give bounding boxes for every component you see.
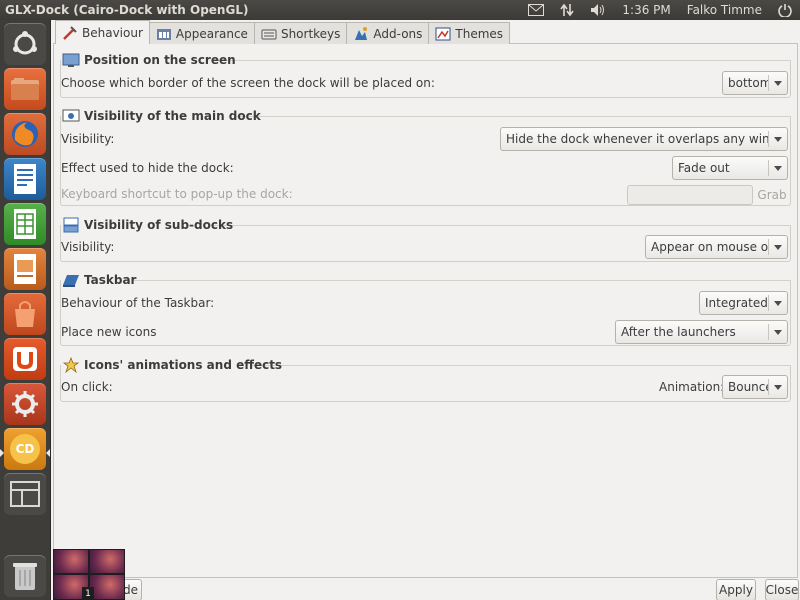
position-label: Choose which border of the screen the do… xyxy=(61,76,435,90)
network-icon[interactable] xyxy=(552,0,582,20)
shortcut-field[interactable] xyxy=(627,185,753,205)
workspace-number-badge: 1 xyxy=(82,587,94,600)
impress-icon[interactable] xyxy=(4,248,46,290)
position-combo[interactable]: bottom xyxy=(722,71,788,95)
workspace-1[interactable] xyxy=(53,549,89,574)
clock[interactable]: 1:36 PM xyxy=(614,0,678,20)
mail-icon[interactable] xyxy=(520,0,552,20)
shortkeys-icon xyxy=(261,26,277,42)
taskbar-icon xyxy=(62,272,80,288)
section-divider xyxy=(234,116,791,117)
tab-themes[interactable]: Themes xyxy=(428,22,511,44)
section-animations: Icons' animations and effects xyxy=(62,356,283,374)
system-settings-icon[interactable] xyxy=(4,383,46,425)
chevron-down-icon xyxy=(769,136,787,142)
tab-addons[interactable]: Add-ons xyxy=(346,22,430,44)
taskbar-behaviour-label: Behaviour of the Taskbar: xyxy=(61,296,215,310)
combo-value: Fade out xyxy=(678,161,730,175)
addons-icon xyxy=(353,26,369,42)
tab-label: Shortkeys xyxy=(280,26,341,41)
visibility-icon xyxy=(62,108,80,124)
appearance-icon xyxy=(156,26,172,42)
section-title: Visibility of the main dock xyxy=(84,109,261,123)
section-divider xyxy=(212,60,791,61)
workspace-4[interactable] xyxy=(89,574,125,600)
section-divider xyxy=(132,280,791,281)
place-icons-combo[interactable]: After the launchers xyxy=(615,320,788,344)
window-title: GLX-Dock (Cairo-Dock with OpenGL) xyxy=(5,3,249,17)
tab-label: Add-ons xyxy=(373,26,423,41)
visibility-label: Visibility: xyxy=(61,132,115,146)
launcher: CD xyxy=(0,20,51,600)
software-center-icon[interactable] xyxy=(4,293,46,335)
active-indicator xyxy=(46,449,50,457)
subdock-icon xyxy=(62,217,80,233)
dash-home-icon[interactable] xyxy=(4,23,46,65)
combo-value: After the launchers xyxy=(621,325,736,339)
tab-bar: Behaviour Appearance Shortkeys Add-ons T… xyxy=(55,20,511,44)
tab-behaviour[interactable]: Behaviour xyxy=(55,20,150,44)
combo-value: Bounce xyxy=(728,380,768,394)
chevron-down-icon xyxy=(769,384,787,390)
effect-combo[interactable]: Fade out xyxy=(672,156,788,180)
top-panel: GLX-Dock (Cairo-Dock with OpenGL) 1:36 P… xyxy=(0,0,800,20)
grab-button[interactable]: Grab xyxy=(756,184,788,206)
chevron-down-icon xyxy=(769,165,787,171)
taskbar-behaviour-combo[interactable]: Integrated xyxy=(699,291,788,315)
power-icon[interactable] xyxy=(770,0,800,20)
section-title: Position on the screen xyxy=(84,53,236,67)
subdock-visibility-label: Visibility: xyxy=(61,240,115,254)
cairo-dock-label: CD xyxy=(10,434,40,464)
writer-icon[interactable] xyxy=(4,158,46,200)
calc-icon[interactable] xyxy=(4,203,46,245)
combo-value: bottom xyxy=(728,76,768,90)
section-position: Position on the screen xyxy=(62,52,236,68)
workspace-2[interactable] xyxy=(89,549,125,574)
combo-value: Hide the dock whenever it overlaps any w… xyxy=(506,132,768,146)
trash-icon[interactable] xyxy=(4,555,46,597)
chevron-down-icon xyxy=(769,329,787,335)
workspace-switcher-icon[interactable] xyxy=(4,473,46,515)
apply-button[interactable]: Apply xyxy=(716,579,756,600)
mode-button-label: de xyxy=(123,583,138,597)
section-visibility-sub: Visibility of sub-docks xyxy=(62,217,233,233)
themes-icon xyxy=(435,26,451,42)
subdock-visibility-combo[interactable]: Appear on mouse over xyxy=(645,235,788,259)
section-title: Icons' animations and effects xyxy=(84,358,283,372)
animation-combo[interactable]: Bounce xyxy=(722,375,788,399)
close-button[interactable]: Close xyxy=(765,579,799,600)
files-icon[interactable] xyxy=(4,68,46,110)
combo-value: Appear on mouse over xyxy=(651,240,768,254)
animation-label: Animation: xyxy=(659,380,725,394)
shortcut-label: Keyboard shortcut to pop-up the dock: xyxy=(61,187,293,201)
cairo-dock-icon[interactable]: CD xyxy=(4,428,46,470)
volume-icon[interactable] xyxy=(582,0,614,20)
section-divider xyxy=(211,225,791,226)
screen-icon xyxy=(62,52,80,68)
chevron-down-icon xyxy=(769,300,787,306)
place-icons-label: Place new icons xyxy=(61,325,157,339)
section-visibility-main: Visibility of the main dock xyxy=(62,108,261,124)
effect-label: Effect used to hide the dock: xyxy=(61,161,234,175)
section-taskbar: Taskbar xyxy=(62,272,136,288)
section-divider xyxy=(251,365,791,366)
tab-label: Appearance xyxy=(175,26,248,41)
behaviour-icon xyxy=(62,25,78,41)
section-title: Visibility of sub-docks xyxy=(84,218,234,232)
onclick-label: On click: xyxy=(61,380,113,394)
chevron-down-icon xyxy=(769,80,787,86)
user-name[interactable]: Falko Timme xyxy=(679,0,770,20)
animation-icon xyxy=(62,356,80,374)
section-title: Taskbar xyxy=(84,273,137,287)
ubuntu-one-icon[interactable] xyxy=(4,338,46,380)
tab-shortkeys[interactable]: Shortkeys xyxy=(253,22,348,44)
tab-label: Themes xyxy=(455,26,504,41)
tab-label: Behaviour xyxy=(82,25,143,40)
visibility-combo[interactable]: Hide the dock whenever it overlaps any w… xyxy=(500,127,788,151)
combo-value: Integrated xyxy=(705,296,768,310)
tab-appearance[interactable]: Appearance xyxy=(148,22,255,44)
firefox-icon[interactable] xyxy=(4,113,46,155)
chevron-down-icon xyxy=(769,244,787,250)
